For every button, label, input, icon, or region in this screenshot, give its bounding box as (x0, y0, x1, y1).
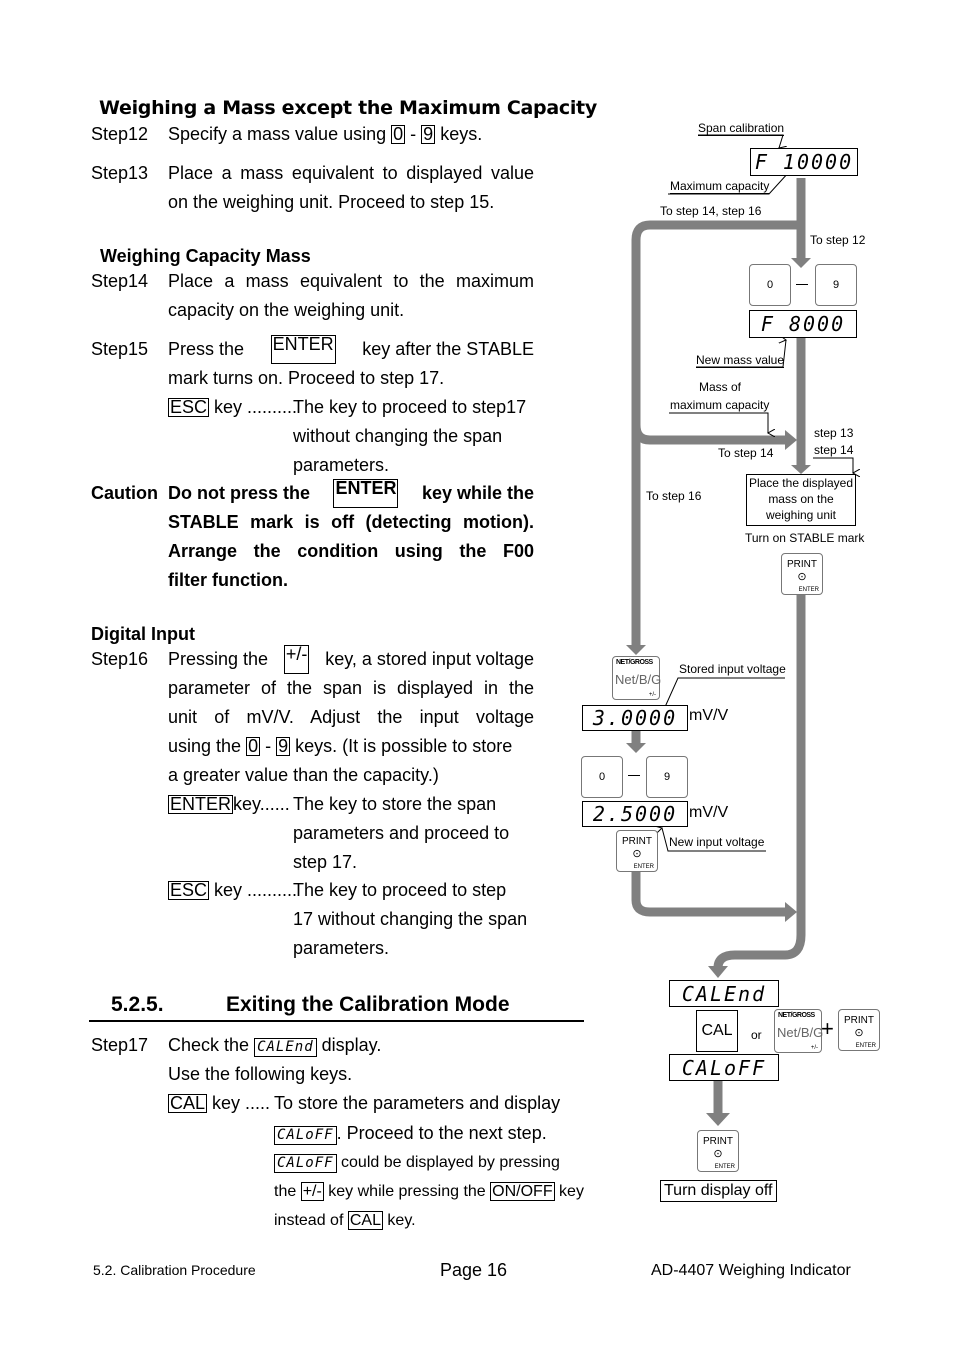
label-or: or (751, 1028, 762, 1042)
leader-line (665, 677, 785, 707)
place-mass-box: Place the displayed mass on the weighing… (746, 474, 856, 526)
print-icon: ⊙ (632, 848, 642, 860)
flow-arrow (631, 424, 785, 445)
leader-line (813, 457, 853, 473)
arrow-head (785, 430, 797, 450)
footer-product: AD-4407 Weighing Indicator (651, 1262, 851, 1279)
cal-key: CAL (696, 1010, 738, 1052)
turn-display-off-box: Turn display off (660, 1180, 777, 1202)
display-f10000: F 10000 (750, 148, 858, 176)
net-gross-label: NET/GROSS (778, 1012, 815, 1019)
key-9-button: 9 (646, 756, 688, 798)
footer-section: 5.2. Calibration Procedure (93, 1262, 256, 1278)
label-to-step-14: To step 14 (718, 446, 774, 460)
label-to-step-16: To step 16 (646, 489, 702, 503)
flow-arrow (631, 870, 785, 917)
arrow-head (626, 645, 646, 655)
arrow-head (791, 465, 811, 474)
arrow-head (785, 902, 797, 922)
net-gross-key: NET/GROSS Net/B/G +/- (612, 656, 662, 700)
label-maximum-capacity: Maximum capacity (670, 179, 770, 194)
display-calend: CALEnd (669, 980, 779, 1007)
plus-minus-label: +/- (648, 692, 656, 698)
print-enter-key: PRINT ⊙ ENTER (781, 553, 823, 595)
print-label: PRINT (703, 1136, 733, 1147)
display-caloff: CALoFF (669, 1054, 779, 1081)
print-label: PRINT (622, 836, 652, 847)
place-box-line: mass on the (768, 492, 834, 506)
footer-page: Page 16 (440, 1260, 508, 1280)
print-label: PRINT (844, 1015, 874, 1026)
display-2-5000: 2.5000 (582, 801, 688, 827)
key-0-button: 0 (581, 756, 623, 798)
unit-mvv: mV/V (689, 804, 729, 821)
enter-label: ENTER (855, 1043, 876, 1049)
net-gross-label: NET/GROSS (616, 659, 653, 666)
arrow-head (708, 966, 728, 978)
plus-icon: + (821, 1016, 834, 1041)
arrow-head (706, 1113, 730, 1126)
print-label: PRINT (787, 559, 817, 570)
label-mass-of: Mass of (699, 380, 742, 394)
label-turn-on-stable: Turn on STABLE mark (745, 531, 865, 545)
print-icon: ⊙ (797, 571, 807, 583)
print-icon: ⊙ (713, 1148, 723, 1160)
dash-icon (796, 284, 808, 285)
key-0-button: 0 (749, 264, 791, 306)
enter-label: ENTER (798, 587, 819, 593)
label-new-input-voltage: New input voltage (669, 835, 765, 849)
label-new-mass-value: New mass value (696, 353, 785, 368)
display-3-0000: 3.0000 (582, 705, 688, 731)
net-bg-label: Net/B/G (615, 672, 662, 687)
place-box-line: weighing unit (765, 508, 837, 522)
arrow-head (626, 743, 646, 753)
display-f8000: F 8000 (749, 310, 857, 338)
leader-line (698, 134, 783, 148)
unit-mvv: mV/V (689, 707, 729, 724)
flow-diagram (626, 134, 954, 1126)
net-bg-label: Net/B/G (777, 1025, 824, 1040)
print-enter-key: PRINT ⊙ ENTER (616, 830, 658, 872)
dash-icon (628, 775, 640, 776)
label-to-step-14-16: To step 14, step 16 (660, 204, 762, 218)
print-enter-key: PRINT ⊙ ENTER (697, 1130, 739, 1172)
label-maximum-capacity-2: maximum capacity (670, 398, 770, 412)
place-box-line: Place the displayed (748, 476, 854, 490)
plus-minus-label: +/- (810, 1045, 818, 1051)
label-step-13: step 13 (814, 426, 854, 440)
key-9-button: 9 (815, 264, 857, 306)
net-gross-key: NET/GROSS Net/B/G +/- (774, 1009, 824, 1053)
label-step-14: step 14 (814, 443, 854, 457)
label-span-calibration: Span calibration (698, 121, 785, 136)
label-to-step-12: To step 12 (810, 233, 866, 247)
enter-label: ENTER (633, 864, 654, 870)
enter-label: ENTER (714, 1164, 735, 1170)
arrow-head (791, 258, 811, 268)
print-icon: ⊙ (854, 1027, 864, 1039)
print-enter-key: PRINT ⊙ ENTER (838, 1009, 880, 1051)
label-stored-input-voltage: Stored input voltage (679, 662, 786, 676)
leader-line (669, 412, 768, 433)
